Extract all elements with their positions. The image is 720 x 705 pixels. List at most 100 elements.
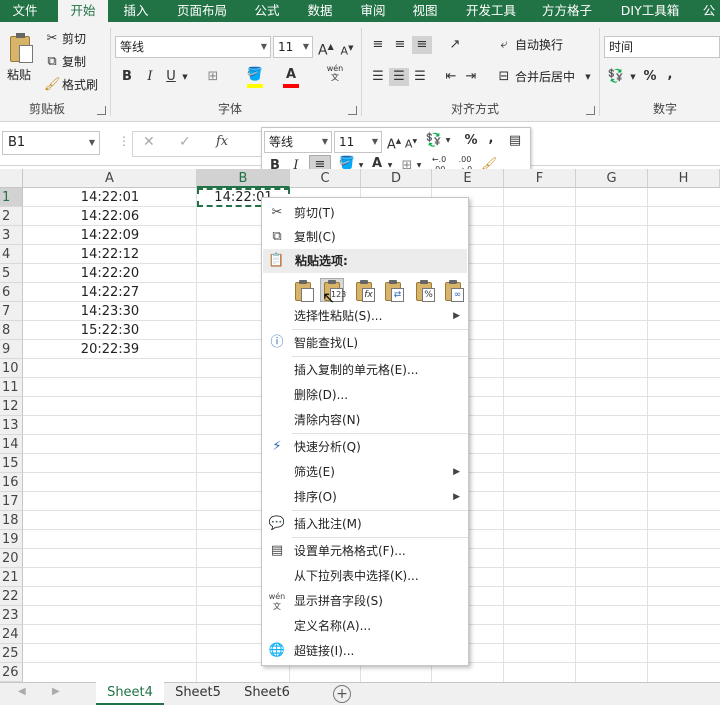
row-header[interactable]: 5 [0,264,23,283]
menu-item-insert-comment[interactable]: 💬 插入批注(M) [262,512,468,536]
row-header[interactable]: 26 [0,663,23,682]
shrink-font-icon[interactable]: A▼ [340,39,354,61]
merge-center-button[interactable]: 合并后居中 [515,68,575,86]
row-header[interactable]: 3 [0,226,23,245]
scroll-left-icon[interactable]: ◀ [18,686,26,697]
tab-review[interactable]: 审阅 [350,0,396,22]
row-header[interactable]: 12 [0,397,23,416]
format-table-icon[interactable]: ▤ [506,132,524,150]
align-top-icon[interactable]: ≡ [370,36,386,54]
number-format-combo[interactable]: 时间 [604,36,720,58]
align-bottom-icon[interactable]: ≡ [412,36,432,54]
paste-link-icon[interactable]: ∞ [441,278,465,302]
cell-a5[interactable]: 14:22:20 [23,264,197,283]
bold-button[interactable]: B [120,68,134,86]
align-right-icon[interactable]: ☰ [412,68,428,86]
mini-size-combo[interactable]: 11 ▼ [334,131,382,153]
copy-button[interactable]: 复制 [62,53,86,71]
tab-file[interactable]: 文件 [0,0,50,22]
menu-item-copy[interactable]: ⧉ 复制(C) [262,225,468,249]
row-header[interactable]: 17 [0,492,23,511]
fill-color-icon[interactable]: 🪣 [246,66,264,88]
row-header[interactable]: 2 [0,207,23,226]
cell-a9[interactable]: 20:22:39 [23,340,197,359]
paste-formatting-icon[interactable]: % [412,278,436,302]
menu-item-cut[interactable]: ✂ 剪切(T) [262,201,468,225]
menu-item-smart-lookup[interactable]: ⓘ 智能查找(L) [262,331,468,355]
row-header[interactable]: 14 [0,435,23,454]
decrease-indent-icon[interactable]: ⇤ [443,68,459,86]
paste-default-icon[interactable] [291,278,315,302]
column-header[interactable]: H [648,169,720,188]
menu-item-define-name[interactable]: 定义名称(A)... [262,614,468,638]
tab-home[interactable]: 开始 [58,0,108,22]
cell-a3[interactable]: 14:22:09 [23,226,197,245]
chevron-down-icon[interactable]: ▼ [583,68,593,86]
tab-page-layout[interactable]: 页面布局 [167,0,237,22]
column-header[interactable]: F [504,169,576,188]
row-header[interactable]: 16 [0,473,23,492]
align-left-icon[interactable]: ☰ [370,68,386,86]
chevron-down-icon[interactable]: ▼ [628,68,638,86]
align-center-icon[interactable]: ☰ [389,68,409,86]
accounting-format-icon[interactable]: 💱 [424,132,444,150]
column-header[interactable]: A [23,169,197,188]
row-header[interactable]: 8 [0,321,23,340]
name-box[interactable]: B1 ▼ [2,131,100,155]
menu-item-format-cells[interactable]: ▤ 设置单元格格式(F)... [262,539,468,563]
sheet-tab-sheet4[interactable]: Sheet4 [96,682,164,705]
scroll-right-icon[interactable]: ▶ [52,686,60,697]
phonetic-icon[interactable]: wén 文 [326,64,344,82]
column-header[interactable]: G [576,169,648,188]
row-header[interactable]: 23 [0,606,23,625]
shrink-font-icon[interactable]: A▼ [404,133,418,154]
row-header[interactable]: 25 [0,644,23,663]
cell-a2[interactable]: 14:22:06 [23,207,197,226]
chevron-down-icon[interactable]: ▼ [180,68,190,86]
cell-a7[interactable]: 14:23:30 [23,302,197,321]
font-name-combo[interactable]: 等线 ▼ [115,36,271,58]
row-header[interactable]: 7 [0,302,23,321]
row-header[interactable]: 4 [0,245,23,264]
underline-button[interactable]: U [164,68,178,86]
row-header[interactable]: 22 [0,587,23,606]
menu-item-pick-list[interactable]: 从下拉列表中选择(K)... [262,564,468,588]
wrap-text-button[interactable]: 自动换行 [515,36,563,54]
paste-transpose-icon[interactable]: ⇄ [381,278,405,302]
sheet-tab-sheet6[interactable]: Sheet6 [234,682,300,705]
orientation-icon[interactable]: ↗ [446,36,464,54]
cell-a6[interactable]: 14:22:27 [23,283,197,302]
clipboard-launcher-icon[interactable] [97,106,106,115]
increase-indent-icon[interactable]: ⇥ [463,68,479,86]
row-header[interactable]: 11 [0,378,23,397]
italic-button[interactable]: I [143,68,157,86]
row-header[interactable]: 6 [0,283,23,302]
tab-view[interactable]: 视图 [402,0,448,22]
grow-font-icon[interactable]: A▲ [318,38,334,60]
column-header[interactable]: C [290,169,361,188]
tab-developer[interactable]: 开发工具 [456,0,526,22]
paste-icon[interactable] [6,32,36,66]
cell-a8[interactable]: 15:22:30 [23,321,197,340]
row-header[interactable]: 1 [0,188,23,207]
menu-item-hyperlink[interactable]: 🌐 超链接(I)... [262,639,468,663]
border-icon[interactable]: ⊞ [205,68,221,86]
row-header[interactable]: 20 [0,549,23,568]
align-middle-icon[interactable]: ≡ [392,36,408,54]
row-header[interactable]: 18 [0,511,23,530]
grow-font-icon[interactable]: A▲ [386,132,402,154]
row-header[interactable]: 10 [0,359,23,378]
row-header[interactable]: 19 [0,530,23,549]
column-header[interactable]: B [197,169,290,188]
comma-button[interactable]: , [664,66,676,84]
cell-a4[interactable]: 14:22:12 [23,245,197,264]
menu-item-filter[interactable]: 筛选(E) ▶ [262,460,468,484]
paste-button[interactable]: 粘贴 [7,66,31,84]
tab-diy-toolbox[interactable]: DIY工具箱 [610,0,690,22]
enter-icon[interactable]: ✓ [179,134,195,150]
row-header[interactable]: 24 [0,625,23,644]
percent-button[interactable]: % [642,68,658,86]
tab-insert[interactable]: 插入 [112,0,160,22]
row-header[interactable]: 13 [0,416,23,435]
chevron-down-icon[interactable]: ▼ [444,132,452,150]
